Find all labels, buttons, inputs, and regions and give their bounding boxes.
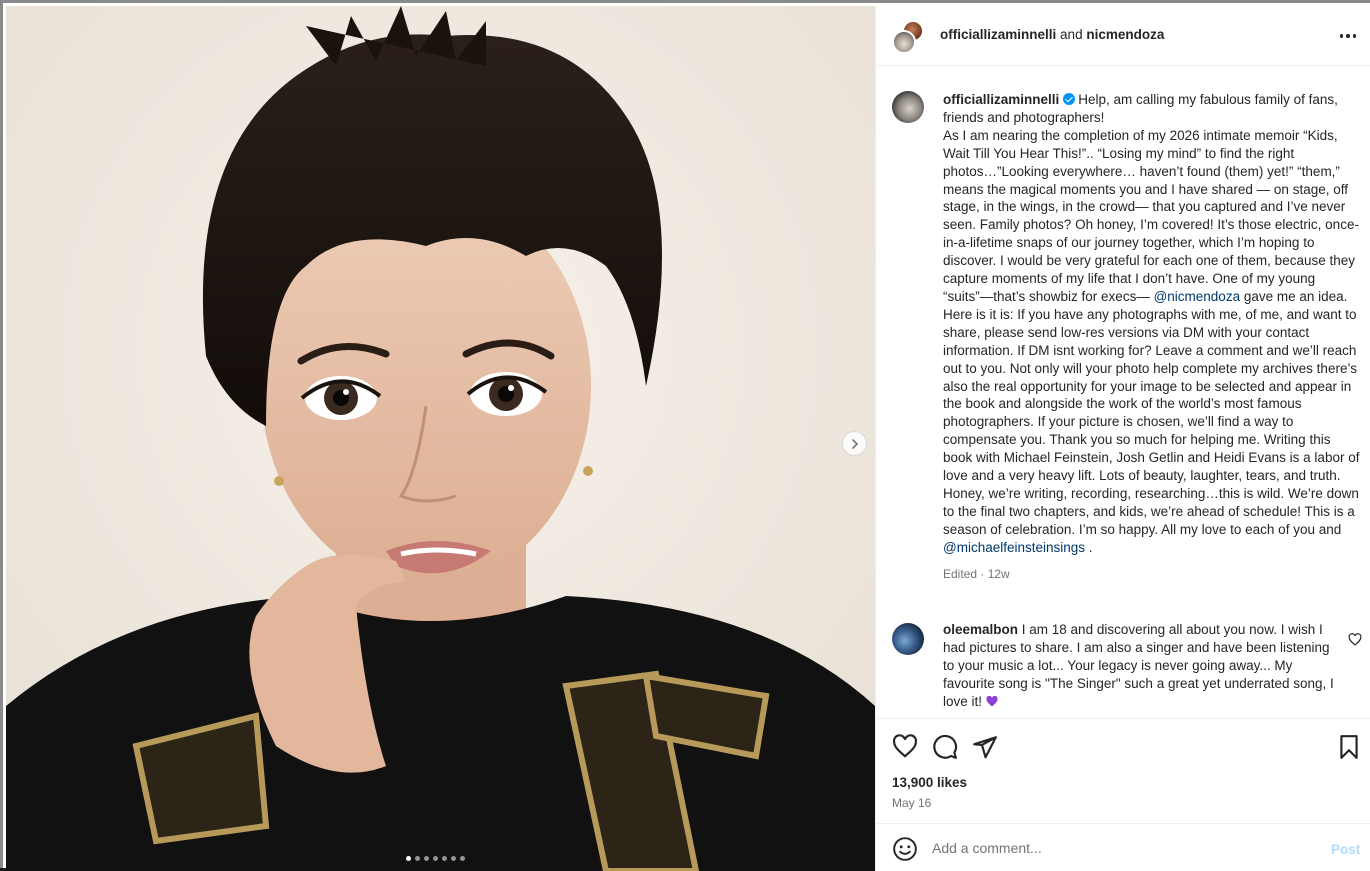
heart-icon[interactable] xyxy=(892,734,918,760)
caption-paragraph: As I am nearing the completion of my 202… xyxy=(943,127,1359,304)
bookmark-icon[interactable] xyxy=(1336,734,1362,760)
send-icon[interactable] xyxy=(972,734,998,760)
collab-usernames: officiallizaminnelli and nicmendoza xyxy=(940,27,1164,42)
post-sidebar: officiallizaminnelli and nicmendoza offi… xyxy=(875,6,1370,871)
post-header: officiallizaminnelli and nicmendoza xyxy=(876,6,1370,66)
post-actions: 13,900 likes May 16 xyxy=(876,718,1370,823)
next-slide-button[interactable] xyxy=(842,431,867,456)
more-options-button[interactable] xyxy=(1336,26,1360,46)
verified-badge-icon xyxy=(1063,93,1076,105)
caption-paragraph: gave me an idea. Here is it is: If you h… xyxy=(943,288,1360,484)
mention-link[interactable]: @nicmendoza xyxy=(1154,289,1241,304)
username-link[interactable]: oleemalbon xyxy=(943,622,1018,637)
add-comment-bar: Post xyxy=(876,823,1370,871)
carousel-dot xyxy=(406,856,411,861)
comments-scroll-area[interactable]: officiallizaminnelli Help, am calling my … xyxy=(876,67,1370,719)
likes-count[interactable]: 13,900 likes xyxy=(892,775,967,790)
heart-icon[interactable] xyxy=(1348,633,1362,647)
caption-paragraph: . xyxy=(1085,539,1093,555)
joiner-text: and xyxy=(1060,27,1083,42)
purple-heart-icon xyxy=(986,696,998,707)
avatar xyxy=(892,30,916,54)
carousel-dot xyxy=(424,856,429,861)
caption-meta: Edited · 12w xyxy=(943,566,1010,581)
emoji-icon[interactable] xyxy=(892,836,918,862)
avatar[interactable] xyxy=(892,91,924,123)
post-date: May 16 xyxy=(892,796,932,810)
carousel-indicator xyxy=(406,856,465,861)
caption-text: officiallizaminnelli Help, am calling my … xyxy=(943,91,1361,583)
caption-paragraph: Honey, we’re writing, recording, researc… xyxy=(943,485,1359,537)
chevron-right-icon xyxy=(851,438,858,449)
post-dialog: officiallizaminnelli and nicmendoza offi… xyxy=(0,0,1370,871)
mention-link[interactable]: @michaelfeinsteinsings xyxy=(943,540,1085,555)
username-link[interactable]: nicmendoza xyxy=(1086,27,1164,42)
post-comment-button[interactable]: Post xyxy=(1331,842,1360,857)
post-media xyxy=(6,6,875,871)
comment-text: oleemalbon I am 18 and discovering all a… xyxy=(943,621,1338,711)
username-link[interactable]: officiallizaminnelli xyxy=(940,27,1056,42)
collab-avatars[interactable] xyxy=(892,20,926,56)
carousel-dot xyxy=(442,856,447,861)
avatar[interactable] xyxy=(892,623,924,655)
post-photo xyxy=(6,6,875,871)
comment-input[interactable] xyxy=(932,834,1312,862)
more-horizontal-icon xyxy=(1339,34,1357,38)
carousel-dot xyxy=(460,856,465,861)
username-link[interactable]: officiallizaminnelli xyxy=(943,92,1059,107)
comment-icon[interactable] xyxy=(932,734,958,760)
carousel-dot xyxy=(451,856,456,861)
carousel-dot xyxy=(415,856,420,861)
carousel-dot xyxy=(433,856,438,861)
